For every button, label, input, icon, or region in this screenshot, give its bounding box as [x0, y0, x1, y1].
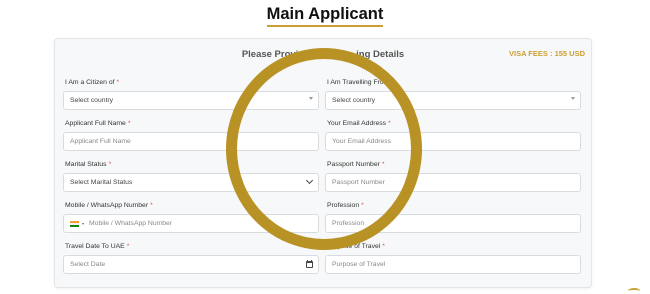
profession-input[interactable]: Profession: [325, 214, 581, 233]
mobile-label: Mobile / WhatsApp Number *: [65, 202, 153, 209]
travel-date-input[interactable]: Select Date: [63, 255, 319, 274]
citizen-label: I Am a Citizen of *: [65, 79, 120, 86]
purpose-input[interactable]: Purpose of Travel: [325, 255, 581, 274]
purpose-label: Purpose of Travel *: [327, 243, 385, 250]
caret-down-icon: [82, 222, 84, 225]
marital-status-label: Marital Status *: [65, 161, 112, 168]
select-caret-icon: [309, 97, 313, 100]
travelling-from-label: I Am Travelling Fro: [327, 79, 384, 86]
page-title: Main Applicant: [0, 5, 650, 27]
travelling-from-country-select[interactable]: Select country: [325, 91, 581, 110]
applicant-form-card: Please Provid ing Details VISA FEES : 155…: [54, 38, 592, 288]
profession-label: Profession *: [327, 202, 364, 209]
card-heading-start: Please Provid: [241, 49, 305, 60]
marital-status-select[interactable]: Select Marital Status: [63, 173, 319, 192]
citizen-country-select[interactable]: Select country: [63, 91, 319, 110]
full-name-label: Applicant Full Name *: [65, 120, 131, 127]
card-heading-end: ing Details: [356, 49, 405, 60]
corner-accent-icon: [628, 288, 640, 294]
mobile-input[interactable]: Mobile / WhatsApp Number: [63, 214, 319, 233]
email-input[interactable]: Your Email Address: [325, 132, 581, 151]
select-caret-icon: [571, 97, 575, 100]
passport-label: Passport Number *: [327, 161, 385, 168]
calendar-icon[interactable]: [306, 260, 313, 268]
travel-date-label: Travel Date To UAE *: [65, 243, 130, 250]
passport-input[interactable]: Passport Number: [325, 173, 581, 192]
visa-fees-label: VISA FEES : 155 USD: [509, 49, 585, 58]
chevron-down-icon: [305, 176, 314, 185]
email-label: Your Email Address *: [327, 120, 391, 127]
page-title-text: Main Applicant: [266, 5, 384, 27]
india-flag-icon[interactable]: [70, 220, 79, 227]
full-name-input[interactable]: Applicant Full Name: [63, 132, 319, 151]
